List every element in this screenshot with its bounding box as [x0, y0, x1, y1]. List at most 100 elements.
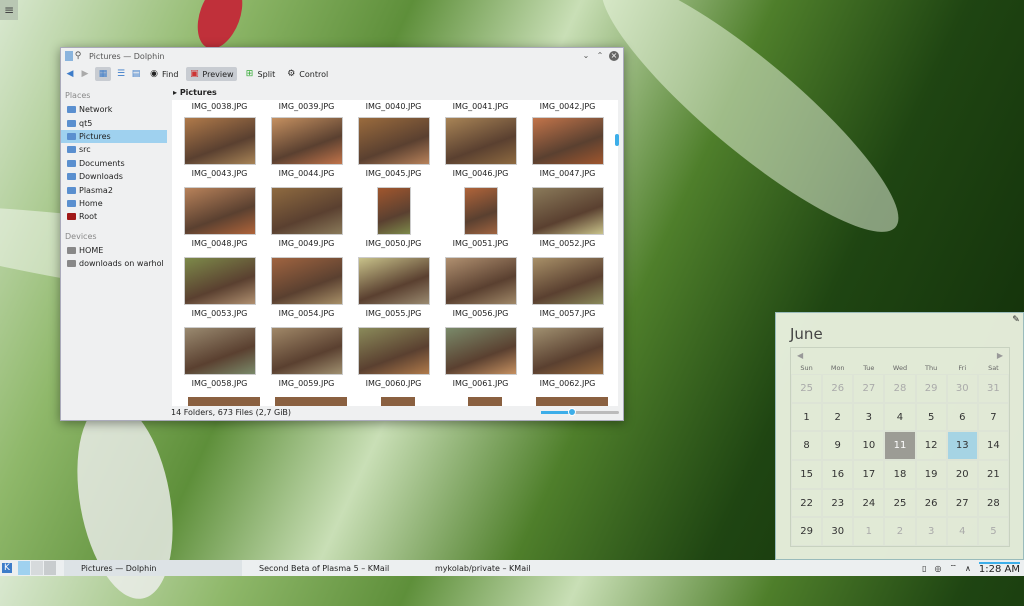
calendar-day[interactable]: 28: [977, 488, 1009, 518]
calendar-day[interactable]: 25: [791, 374, 823, 403]
desktop-menu-button[interactable]: ≡: [0, 0, 18, 20]
place-documents[interactable]: Documents: [61, 157, 171, 170]
calendar-day[interactable]: 1: [791, 402, 823, 432]
calendar-day[interactable]: 22: [791, 488, 823, 518]
zoom-slider[interactable]: [541, 408, 619, 416]
calendar-day[interactable]: 4: [884, 402, 916, 432]
power-icon[interactable]: ◎: [935, 564, 942, 573]
calendar-day[interactable]: 2: [822, 402, 854, 432]
calendar-day[interactable]: 9: [822, 431, 854, 461]
maximize-button[interactable]: ⌃: [595, 51, 605, 61]
preview-button[interactable]: ▣ Preview: [186, 67, 237, 81]
breadcrumb-item[interactable]: Pictures: [180, 88, 217, 97]
kickoff-launcher-icon[interactable]: K: [2, 563, 12, 573]
forward-icon[interactable]: ▶: [80, 69, 90, 79]
file-item[interactable]: IMG_0038.JPG: [176, 100, 263, 111]
file-item[interactable]: IMG_0061.JPG: [437, 327, 524, 388]
calendar-day[interactable]: 28: [884, 374, 916, 403]
device-item[interactable]: HOME: [61, 244, 171, 257]
calendar-day[interactable]: 20: [946, 460, 978, 489]
split-button[interactable]: ⊞ Split: [242, 67, 279, 81]
calendar-day[interactable]: 1: [853, 517, 885, 547]
file-item[interactable]: IMG_0044.JPG: [263, 117, 350, 178]
file-item[interactable]: IMG_0050.JPG: [350, 187, 437, 248]
calendar-day[interactable]: 23: [822, 488, 854, 518]
close-button[interactable]: ×: [609, 51, 619, 61]
calendar-day[interactable]: 3: [853, 402, 885, 432]
file-item[interactable]: IMG_0058.JPG: [176, 327, 263, 388]
calendar-day[interactable]: 5: [915, 402, 947, 432]
calendar-day[interactable]: 6: [946, 402, 978, 432]
place-pictures[interactable]: Pictures: [61, 129, 167, 144]
calendar-day[interactable]: 21: [977, 460, 1009, 489]
calendar-day[interactable]: 29: [791, 517, 823, 547]
expand-tray-icon[interactable]: ∧: [965, 564, 971, 573]
file-item[interactable]: IMG_0054.JPG: [263, 257, 350, 318]
calendar-day[interactable]: 16: [822, 460, 854, 489]
file-item[interactable]: IMG_0051.JPG: [437, 187, 524, 248]
calendar-day[interactable]: 24: [853, 488, 885, 518]
place-qt5[interactable]: qt5: [61, 116, 171, 129]
place-src[interactable]: src: [61, 143, 171, 156]
previous-month-button[interactable]: ◀: [797, 348, 803, 363]
file-item[interactable]: IMG_0062.JPG: [524, 327, 611, 388]
file-item[interactable]: IMG_0060.JPG: [350, 327, 437, 388]
calendar-day[interactable]: 4: [946, 517, 978, 547]
file-view[interactable]: IMG_0038.JPG IMG_0039.JPG IMG_0040.JPG IMG_…: [172, 100, 618, 406]
calendar-day[interactable]: 19: [915, 460, 947, 489]
place-plasma2[interactable]: Plasma2: [61, 183, 171, 196]
file-item[interactable]: IMG_0056.JPG: [437, 257, 524, 318]
calendar-day[interactable]: 18: [884, 460, 916, 489]
title-bar[interactable]: ⚲ Pictures — Dolphin ⌄ ⌃ ×: [61, 48, 623, 64]
place-network[interactable]: Network: [61, 103, 171, 116]
calendar-day[interactable]: 31: [977, 374, 1009, 403]
scrollbar-handle[interactable]: [615, 134, 619, 146]
icons-view-button[interactable]: ▦: [95, 67, 111, 81]
file-item[interactable]: IMG_0057.JPG: [524, 257, 611, 318]
calendar-day[interactable]: 17: [853, 460, 885, 489]
file-item[interactable]: IMG_0045.JPG: [350, 117, 437, 178]
calendar-day[interactable]: 27: [853, 374, 885, 403]
file-item[interactable]: IMG_0042.JPG: [524, 100, 611, 111]
file-item[interactable]: IMG_0046.JPG: [437, 117, 524, 178]
file-item[interactable]: IMG_0047.JPG: [524, 117, 611, 178]
find-button[interactable]: ◉ Find: [146, 67, 181, 81]
calendar-day[interactable]: 8: [791, 431, 823, 461]
calendar-day[interactable]: 3: [915, 517, 947, 547]
scrollbar[interactable]: [615, 100, 621, 406]
calendar-day[interactable]: 26: [822, 374, 854, 403]
calendar-day[interactable]: 10: [853, 431, 885, 461]
wifi-icon[interactable]: ⌔: [950, 563, 958, 573]
clipboard-icon[interactable]: ▯: [922, 564, 926, 573]
file-item[interactable]: IMG_0052.JPG: [524, 187, 611, 248]
file-item[interactable]: IMG_0039.JPG: [263, 100, 350, 111]
device-item[interactable]: downloads on warhol: [61, 257, 171, 270]
calendar-day[interactable]: 7: [977, 402, 1009, 432]
file-item[interactable]: IMG_0055.JPG: [350, 257, 437, 318]
breadcrumb[interactable]: ▸ Pictures: [173, 86, 217, 100]
control-button[interactable]: ⚙ Control: [283, 67, 331, 81]
calendar-day[interactable]: 15: [791, 460, 823, 489]
details-view-icon[interactable]: ▤: [131, 69, 141, 79]
file-item[interactable]: IMG_0059.JPG: [263, 327, 350, 388]
calendar-day[interactable]: 12: [915, 431, 947, 461]
back-icon[interactable]: ◀: [65, 69, 75, 79]
clock[interactable]: 1:28 AM: [978, 561, 1020, 575]
calendar-day[interactable]: 14: [977, 431, 1009, 461]
next-month-button[interactable]: ▶: [997, 348, 1003, 363]
calendar-day[interactable]: 27: [946, 488, 978, 518]
pager[interactable]: [18, 561, 56, 575]
file-item[interactable]: IMG_0049.JPG: [263, 187, 350, 248]
pin-icon[interactable]: ⚲: [73, 51, 83, 61]
pin-icon[interactable]: ✎: [1011, 315, 1021, 325]
calendar-day[interactable]: 30: [946, 374, 978, 403]
file-item[interactable]: IMG_0041.JPG: [437, 100, 524, 111]
calendar-day[interactable]: 25: [884, 488, 916, 518]
task-kmail[interactable]: mykolab/private – KMail: [418, 560, 594, 576]
task-dolphin[interactable]: Pictures — Dolphin: [64, 560, 242, 576]
file-item[interactable]: IMG_0048.JPG: [176, 187, 263, 248]
zoom-handle[interactable]: [568, 408, 577, 416]
calendar-day[interactable]: 30: [822, 517, 854, 547]
calendar-day[interactable]: 5: [977, 517, 1009, 547]
calendar-day[interactable]: 29: [915, 374, 947, 403]
